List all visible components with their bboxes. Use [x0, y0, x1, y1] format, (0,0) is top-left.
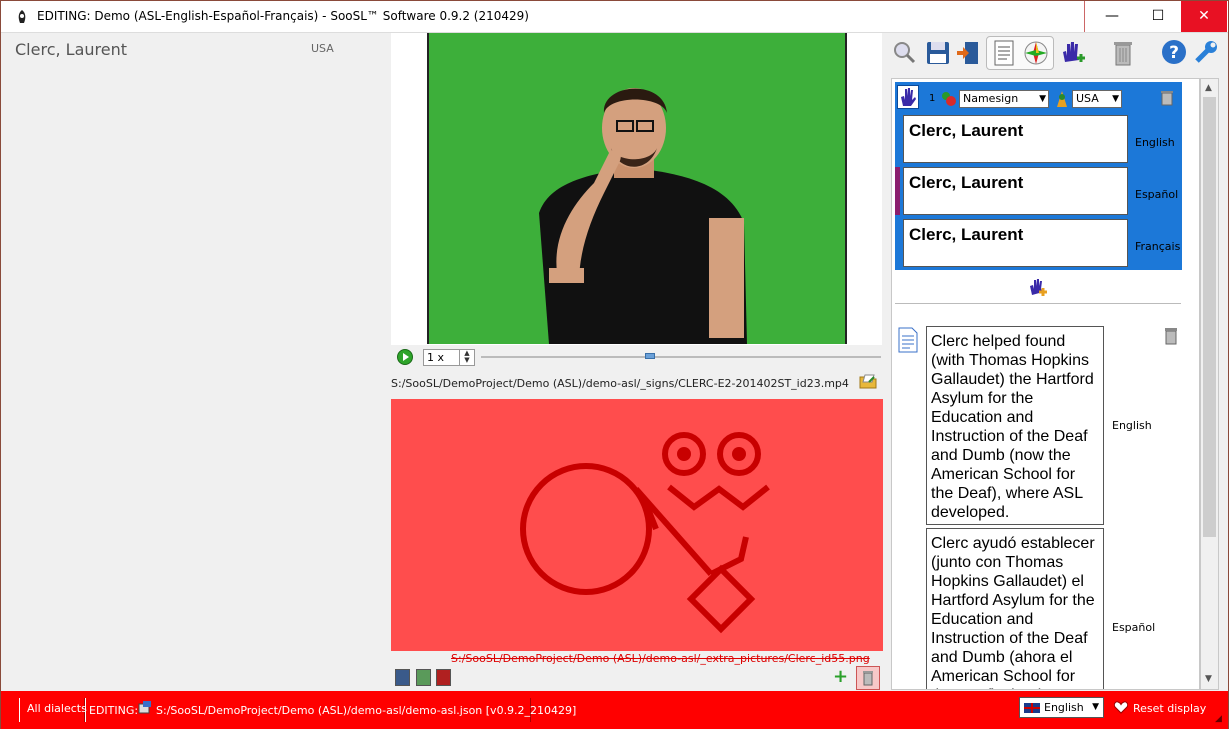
chevron-down-icon: ▼ — [1039, 94, 1046, 104]
minimize-button[interactable]: — — [1089, 1, 1135, 32]
project-file-path: S:/SooSL/DemoProject/Demo (ASL)/demo-asl… — [156, 704, 577, 717]
app-window: EDITING: Demo (ASL-English-Español-Franç… — [0, 0, 1229, 729]
sign-details-panel: 1 Namesign ▼ USA ▼ Clerc, Laurent Englis… — [891, 78, 1200, 690]
speed-value: 1 x — [427, 351, 445, 364]
sign-writing-image — [520, 432, 770, 634]
delete-media-button[interactable] — [856, 666, 880, 690]
add-sign-hand-icon[interactable] — [1059, 40, 1085, 66]
display-language-value: English — [1044, 701, 1084, 714]
sign-video[interactable] — [427, 33, 847, 344]
dialect-select[interactable]: USA ▼ — [1072, 90, 1122, 108]
sense-hand-button[interactable] — [897, 85, 919, 109]
chevron-down-icon: ▼ — [1092, 702, 1099, 712]
hand-icon — [901, 88, 916, 106]
speed-spinbox[interactable]: 1 x ▲ ▼ — [423, 349, 475, 366]
gloss-language: English — [1135, 136, 1175, 149]
section-divider — [895, 303, 1181, 304]
video-path: S:/SooSL/DemoProject/Demo (ASL)/demo-asl… — [391, 377, 849, 390]
help-icon[interactable]: ? — [1161, 39, 1187, 65]
document-tool-icon[interactable] — [436, 669, 451, 686]
open-folder-icon[interactable] — [859, 373, 877, 389]
title-bar: EDITING: Demo (ASL-English-Español-Franç… — [1, 1, 1228, 33]
search-icon[interactable] — [892, 40, 916, 64]
sense-block: 1 Namesign ▼ USA ▼ Clerc, Laurent Englis… — [895, 82, 1182, 270]
extra-picture[interactable] — [391, 399, 883, 651]
resize-grip-icon[interactable]: ◢ — [1215, 714, 1222, 724]
slider-thumb[interactable] — [645, 353, 655, 359]
details-scrollbar[interactable]: ▲ ▼ — [1200, 78, 1219, 690]
editing-label: EDITING: — [89, 704, 139, 717]
sign-country: USA — [311, 42, 334, 55]
gloss-field[interactable]: Clerc, Laurent — [903, 115, 1128, 163]
delete-note-icon[interactable] — [1164, 327, 1178, 345]
video-controls: 1 x ▲ ▼ — [391, 345, 882, 369]
window-title: EDITING: Demo (ASL-English-Español-Franç… — [37, 9, 529, 23]
compass-icon[interactable] — [1023, 40, 1049, 66]
settings-wrench-icon[interactable] — [1193, 39, 1219, 65]
note-language: Español — [1112, 621, 1156, 634]
note-field[interactable]: Clerc ayudó establecer (junto con Thomas… — [926, 528, 1104, 689]
scroll-down-icon[interactable]: ▼ — [1205, 674, 1212, 684]
delete-sense-icon[interactable] — [1160, 90, 1174, 106]
note-text: Clerc helped found (with Thomas Hopkins … — [931, 333, 1094, 521]
gloss-field[interactable]: Clerc, Laurent — [903, 167, 1128, 215]
add-sense-icon[interactable] — [1028, 277, 1048, 297]
save-icon[interactable] — [925, 40, 951, 66]
sense-number: 1 — [929, 93, 936, 104]
video-slider[interactable] — [481, 356, 881, 358]
trash-icon — [863, 671, 873, 686]
app-logo-icon — [18, 10, 26, 23]
grammar-category-value: Namesign — [963, 92, 1019, 105]
gloss-language: Français — [1135, 240, 1181, 253]
maximize-button[interactable]: ☐ — [1135, 1, 1181, 32]
note-language: English — [1112, 419, 1152, 432]
close-button[interactable]: ✕ — [1181, 1, 1227, 32]
video-frame-image — [429, 33, 845, 344]
gloss-language: Español — [1135, 188, 1179, 201]
grammar-category-icon — [942, 92, 956, 106]
dialect-icon — [1057, 91, 1067, 107]
picture-path: S:/SooSL/DemoProject/Demo (ASL)/demo-asl… — [451, 652, 870, 665]
reset-display-button[interactable]: Reset display — [1133, 702, 1206, 715]
picture-tool-icon[interactable] — [416, 669, 431, 686]
gloss-focus-marker — [895, 167, 900, 215]
note-field[interactable]: Clerc helped found (with Thomas Hopkins … — [926, 326, 1104, 525]
chevron-down-icon: ▼ — [1112, 94, 1119, 104]
add-media-icon[interactable]: + — [833, 668, 848, 686]
delete-sign-icon[interactable] — [1112, 39, 1134, 67]
reset-heart-icon[interactable] — [1114, 701, 1128, 714]
display-language-select[interactable]: English ▼ — [1019, 697, 1104, 718]
scroll-thumb[interactable] — [1203, 97, 1216, 537]
grammar-category-select[interactable]: Namesign ▼ — [959, 90, 1049, 108]
svg-text:?: ? — [1169, 43, 1179, 63]
sign-name[interactable]: Clerc, Laurent — [15, 40, 127, 59]
gloss-field[interactable]: Clerc, Laurent — [903, 219, 1128, 267]
gloss-text: Clerc, Laurent — [909, 121, 1024, 140]
video-tool-icon[interactable] — [395, 669, 410, 686]
sign-list: Clerc, Laurent USA — [8, 33, 389, 691]
exit-door-icon[interactable] — [955, 40, 981, 66]
gloss-text: Clerc, Laurent — [909, 173, 1024, 192]
dialect-value: USA — [1076, 92, 1099, 105]
uk-flag-icon — [1024, 703, 1040, 713]
note-document-icon — [898, 327, 918, 353]
note-text: Clerc ayudó establecer (junto con Thomas… — [931, 535, 1095, 689]
spin-arrows-icon[interactable]: ▲ ▼ — [459, 350, 474, 365]
project-file-icon — [138, 701, 151, 714]
document-icon[interactable] — [993, 40, 1015, 66]
scroll-up-icon[interactable]: ▲ — [1205, 83, 1212, 93]
dialect-filter-label[interactable]: All dialects — [27, 702, 87, 715]
gloss-text: Clerc, Laurent — [909, 225, 1024, 244]
title-separator — [1084, 1, 1085, 32]
play-icon[interactable] — [397, 349, 413, 365]
